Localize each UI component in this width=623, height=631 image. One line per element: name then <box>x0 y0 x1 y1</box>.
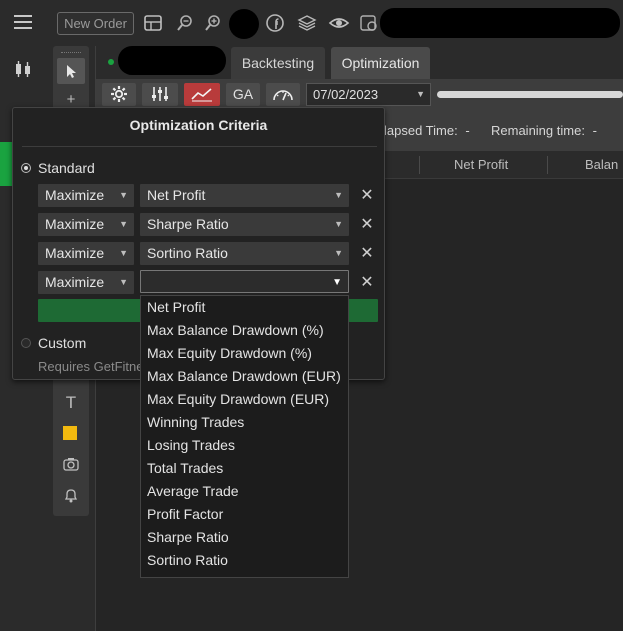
dropdown-option[interactable]: Total Trades <box>147 457 223 480</box>
elapsed-time-value: - <box>465 123 470 138</box>
start-date-field[interactable]: 07/02/2023 ▼ <box>306 83 431 106</box>
custom-note: Requires GetFitne <box>38 359 144 374</box>
column-divider <box>419 156 420 174</box>
dropdown-option[interactable]: Max Equity Drawdown (%) <box>147 342 312 365</box>
chevron-down-icon: ▼ <box>119 190 128 200</box>
chevron-down-icon: ▼ <box>119 248 128 258</box>
chevron-down-icon: ▼ <box>119 219 128 229</box>
dropdown-option[interactable]: Profit Factor <box>147 503 223 526</box>
chevron-down-icon: ▼ <box>334 248 343 258</box>
remaining-time: Remaining time: - <box>491 123 597 138</box>
remaining-time-label: Remaining time: <box>491 123 585 138</box>
menu-icon[interactable] <box>12 11 34 33</box>
settings-icon[interactable] <box>358 12 380 34</box>
speedometer-icon[interactable] <box>266 83 300 106</box>
active-indicator <box>0 142 12 186</box>
direction-select[interactable]: Maximize ▼ <box>38 271 134 294</box>
cursor-icon[interactable] <box>57 58 85 84</box>
metric-value: Sortino Ratio <box>147 245 228 261</box>
chevron-down-icon: ▼ <box>119 277 128 287</box>
direction-select[interactable]: Maximize ▼ <box>38 184 134 207</box>
metric-select-open[interactable]: ▼ <box>140 270 349 293</box>
redacted-account-info <box>380 8 620 38</box>
optimization-progress-bar <box>437 91 623 98</box>
rectangle-tool-icon[interactable] <box>63 426 77 440</box>
direction-value: Maximize <box>45 187 105 203</box>
elapsed-time: lapsed Time: - <box>384 123 470 138</box>
parameters-sliders-button[interactable] <box>142 83 178 106</box>
dropdown-option[interactable]: Sortino Ratio <box>147 549 228 572</box>
genetic-algorithm-button[interactable]: GA <box>226 83 260 106</box>
dropdown-option[interactable]: Average Trade <box>147 480 239 503</box>
remove-criterion-button[interactable]: ✕ <box>359 271 375 294</box>
optimization-criteria-button[interactable] <box>184 83 220 106</box>
dropdown-option[interactable]: Losing Trades <box>147 434 235 457</box>
metric-select[interactable]: Net Profit ▼ <box>140 184 349 207</box>
dropdown-option[interactable]: Max Equity Drawdown (EUR) <box>147 388 329 411</box>
chevron-down-icon: ▼ <box>334 219 343 229</box>
remove-criterion-button[interactable]: ✕ <box>359 242 375 265</box>
column-divider <box>547 156 548 174</box>
zoom-in-icon[interactable] <box>203 13 223 33</box>
dropdown-option[interactable]: Sharpe Ratio <box>147 526 229 549</box>
metric-select[interactable]: Sortino Ratio ▼ <box>140 242 349 265</box>
dropdown-option[interactable]: Max Balance Drawdown (%) <box>147 319 324 342</box>
zoom-out-icon[interactable] <box>175 13 195 33</box>
standard-radio[interactable] <box>21 163 31 173</box>
metric-value: Sharpe Ratio <box>147 216 229 232</box>
redacted-symbol <box>118 46 226 75</box>
new-order-button[interactable]: New Order <box>57 12 134 35</box>
standard-label[interactable]: Standard <box>38 160 95 176</box>
layers-icon[interactable] <box>297 13 317 33</box>
direction-select[interactable]: Maximize ▼ <box>38 242 134 265</box>
alert-bell-icon[interactable] <box>53 482 89 508</box>
metric-value: Net Profit <box>147 187 206 203</box>
column-header-balance[interactable]: Balan <box>585 157 618 172</box>
custom-label[interactable]: Custom <box>38 335 86 351</box>
remaining-time-value: - <box>592 123 597 138</box>
redacted-avatar <box>229 9 259 39</box>
dropdown-option[interactable]: Net Profit <box>147 296 205 319</box>
start-date-value: 07/02/2023 <box>313 87 379 102</box>
direction-value: Maximize <box>45 216 105 232</box>
chevron-down-icon: ▼ <box>334 190 343 200</box>
direction-value: Maximize <box>45 245 105 261</box>
dropdown-option[interactable]: Max Balance Drawdown (EUR) <box>147 365 341 388</box>
chevron-down-icon: ▼ <box>416 89 425 99</box>
toolbar-grip <box>61 52 81 55</box>
custom-radio[interactable] <box>21 338 31 348</box>
camera-icon[interactable] <box>53 451 89 477</box>
facebook-icon[interactable] <box>265 13 285 33</box>
tab-backtesting[interactable]: Backtesting <box>231 47 325 79</box>
metric-select[interactable]: Sharpe Ratio ▼ <box>140 213 349 236</box>
status-dot <box>108 59 114 65</box>
elapsed-time-label: lapsed Time: <box>384 123 458 138</box>
divider <box>22 146 377 147</box>
panel-title: Optimization Criteria <box>129 117 268 133</box>
text-tool-icon[interactable]: T <box>53 390 89 416</box>
layout-icon[interactable] <box>143 13 163 33</box>
eye-icon[interactable] <box>328 13 350 33</box>
dropdown-option[interactable]: Winning Trades <box>147 411 244 434</box>
direction-select[interactable]: Maximize ▼ <box>38 213 134 236</box>
chart-icon[interactable] <box>12 58 34 80</box>
remove-criterion-button[interactable]: ✕ <box>359 213 375 236</box>
direction-value: Maximize <box>45 274 105 290</box>
tab-optimization[interactable]: Optimization <box>331 47 430 79</box>
chevron-down-icon: ▼ <box>332 277 342 288</box>
column-header-net-profit[interactable]: Net Profit <box>454 157 508 172</box>
remove-criterion-button[interactable]: ✕ <box>359 184 375 207</box>
optimization-settings-button[interactable] <box>102 83 136 106</box>
